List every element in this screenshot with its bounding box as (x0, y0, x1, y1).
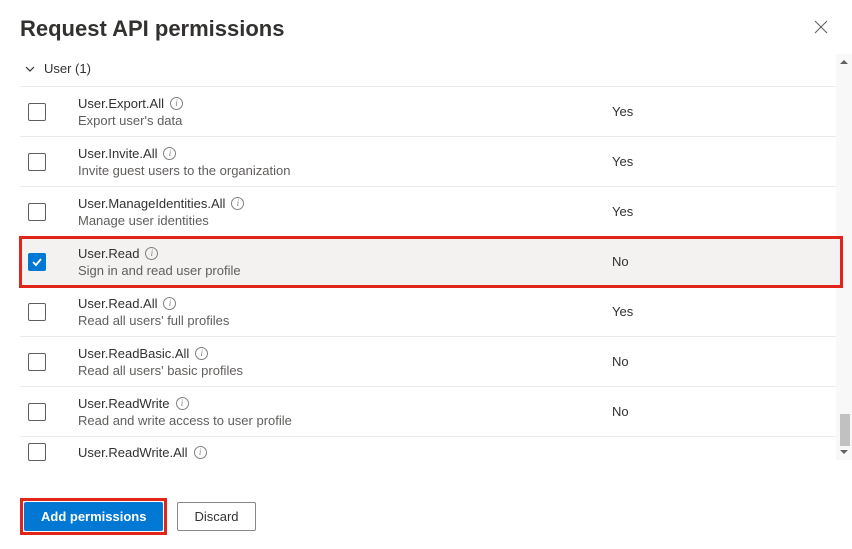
table-row[interactable]: User.Read i Sign in and read user profileN… (20, 237, 842, 287)
permission-name: User.ReadWrite (78, 396, 170, 411)
page-title: Request API permissions (20, 16, 284, 42)
add-permissions-highlight: Add permissions (20, 498, 167, 535)
permission-description: Read all users' basic profiles (78, 363, 612, 378)
info-icon[interactable]: i (163, 147, 176, 160)
add-permissions-button[interactable]: Add permissions (24, 502, 163, 531)
close-icon[interactable] (810, 16, 832, 42)
permission-checkbox[interactable] (28, 303, 46, 321)
permission-name: User.Export.All (78, 96, 164, 111)
permission-checkbox[interactable] (28, 403, 46, 421)
permission-description: Read all users' full profiles (78, 313, 612, 328)
permission-name: User.Read (78, 246, 139, 261)
permission-description: Read and write access to user profile (78, 413, 612, 428)
info-icon[interactable]: i (195, 347, 208, 360)
chevron-down-icon (24, 63, 36, 75)
permission-checkbox[interactable] (28, 103, 46, 121)
info-icon[interactable]: i (170, 97, 183, 110)
admin-consent-value: No (612, 404, 842, 419)
permission-description: Invite guest users to the organization (78, 163, 612, 178)
permission-name: User.ManageIdentities.All (78, 196, 225, 211)
discard-button[interactable]: Discard (177, 502, 255, 531)
permission-checkbox[interactable] (28, 443, 46, 461)
group-label: User (1) (44, 61, 91, 76)
admin-consent-value: Yes (612, 204, 842, 219)
scroll-up-arrow-icon[interactable] (836, 54, 852, 70)
permission-checkbox[interactable] (28, 153, 46, 171)
admin-consent-value: Yes (612, 104, 842, 119)
info-icon[interactable]: i (145, 247, 158, 260)
permission-name: User.Read.All (78, 296, 157, 311)
permission-checkbox[interactable] (28, 253, 46, 271)
info-icon[interactable]: i (176, 397, 189, 410)
permission-description: Export user's data (78, 113, 612, 128)
admin-consent-value: No (612, 354, 842, 369)
table-row[interactable]: User.Export.All i Export user's dataYes (20, 87, 842, 137)
permission-description: Sign in and read user profile (78, 263, 612, 278)
permission-checkbox[interactable] (28, 203, 46, 221)
permissions-table: User.Export.AlliExport user's dataYesUse… (20, 86, 842, 437)
table-row[interactable]: User.ManageIdentities.All i Manage user id… (20, 187, 842, 237)
info-icon[interactable]: i (194, 446, 207, 459)
group-header-user[interactable]: User (1) (20, 53, 842, 86)
scroll-thumb[interactable] (840, 414, 850, 446)
permission-checkbox[interactable] (28, 353, 46, 371)
permission-name: User.ReadBasic.All (78, 346, 189, 361)
permission-description: Manage user identities (78, 213, 612, 228)
admin-consent-value: Yes (612, 304, 842, 319)
info-icon[interactable]: i (163, 297, 176, 310)
table-row[interactable]: User.ReadWrite.All i (20, 437, 842, 461)
admin-consent-value: No (612, 254, 842, 269)
scroll-down-arrow-icon[interactable] (836, 444, 852, 460)
permissions-scroll-area: User (1) User.Export.All i Export user's d… (0, 52, 852, 462)
table-row[interactable]: User.Invite.All i Invite guest users to th… (20, 137, 842, 187)
permission-name: User.ReadWrite.All (78, 445, 188, 460)
table-row[interactable]: User.ReadWrite i Read and write access to … (20, 387, 842, 437)
table-row[interactable]: User.ReadBasic.All i Read all users' basic… (20, 337, 842, 387)
footer: Add permissions Discard (0, 488, 276, 549)
info-icon[interactable]: i (231, 197, 244, 210)
table-row[interactable]: User.Read.All i Read all users' full profi… (20, 287, 842, 337)
admin-consent-value: Yes (612, 154, 842, 169)
permission-name: User.Invite.All (78, 146, 157, 161)
